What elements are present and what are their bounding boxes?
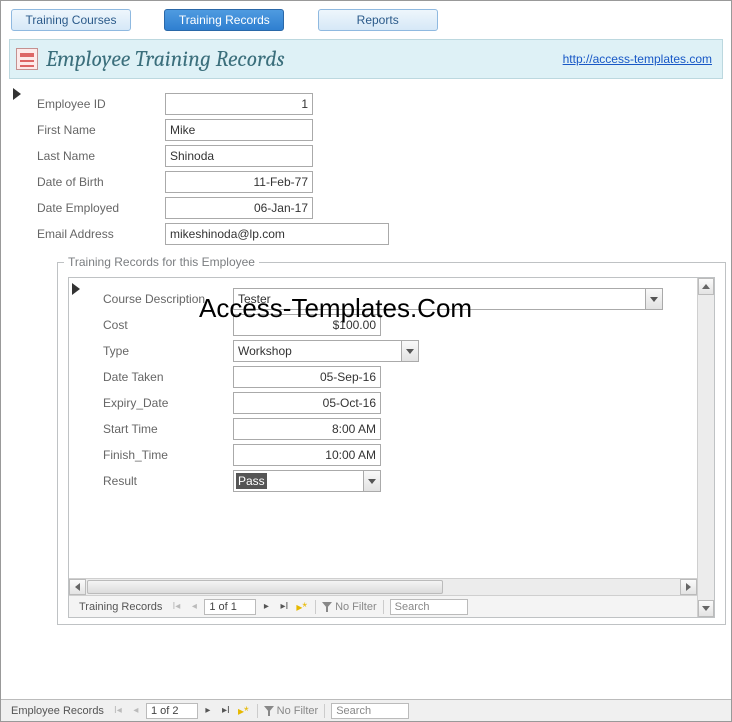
tab-training-records[interactable]: Training Records — [164, 9, 284, 31]
sub-scrollbar-horizontal[interactable] — [69, 578, 697, 595]
sub-search-box[interactable]: Search — [390, 599, 468, 615]
main-record-navigator: Employee Records I◂ ◂ 1 of 2 ▸ ▸I ▸* No … — [1, 699, 731, 721]
page-title: Employee Training Records — [46, 46, 563, 72]
chevron-down-icon[interactable] — [363, 470, 381, 492]
form-icon — [16, 48, 38, 70]
label-email: Email Address — [37, 227, 165, 241]
nav-new-record-icon[interactable]: ▸* — [236, 704, 251, 718]
label-result: Result — [103, 474, 233, 488]
label-start-time: Start Time — [103, 422, 233, 436]
employee-id-field[interactable] — [165, 93, 313, 115]
sub-record-navigator: Training Records I◂ ◂ 1 of 1 ▸ ▸I ▸* No … — [69, 595, 697, 617]
sub-scrollbar-vertical[interactable] — [697, 278, 714, 617]
scroll-up-icon[interactable] — [698, 278, 714, 295]
filter-indicator[interactable]: No Filter — [322, 601, 377, 613]
start-time-field[interactable] — [233, 418, 381, 440]
type-combo[interactable] — [233, 340, 419, 362]
expiry-date-field[interactable] — [233, 392, 381, 414]
label-expiry-date: Expiry_Date — [103, 396, 233, 410]
subform-legend: Training Records for this Employee — [64, 255, 259, 269]
label-date-employed: Date Employed — [37, 201, 165, 215]
label-employee-id: Employee ID — [37, 97, 165, 111]
nav-first-icon[interactable]: I◂ — [110, 703, 126, 719]
nav-first-icon[interactable]: I◂ — [168, 599, 184, 615]
scroll-left-icon[interactable] — [69, 579, 86, 595]
date-employed-field[interactable] — [165, 197, 313, 219]
chevron-down-icon[interactable] — [645, 288, 663, 310]
nav-prev-icon[interactable]: ◂ — [128, 703, 144, 719]
dob-field[interactable] — [165, 171, 313, 193]
sub-record-selector[interactable] — [69, 278, 84, 300]
date-taken-field[interactable] — [233, 366, 381, 388]
email-field[interactable] — [165, 223, 389, 245]
chevron-down-icon[interactable] — [401, 340, 419, 362]
sub-nav-count[interactable]: 1 of 1 — [204, 599, 256, 615]
cost-field[interactable] — [233, 314, 381, 336]
main-nav-name: Employee Records — [3, 705, 108, 717]
result-value[interactable]: Pass — [236, 473, 267, 489]
label-cost: Cost — [103, 318, 233, 332]
header-link[interactable]: http://access-templates.com — [563, 52, 712, 66]
form-header: Employee Training Records http://access-… — [9, 39, 723, 79]
label-type: Type — [103, 344, 233, 358]
finish-time-field[interactable] — [233, 444, 381, 466]
funnel-icon — [264, 706, 274, 716]
label-date-taken: Date Taken — [103, 370, 233, 384]
funnel-icon — [322, 602, 332, 612]
tab-reports[interactable]: Reports — [318, 9, 438, 31]
tab-training-courses[interactable]: Training Courses — [11, 9, 131, 31]
nav-last-icon[interactable]: ▸I — [276, 599, 292, 615]
filter-indicator[interactable]: No Filter — [264, 705, 319, 717]
label-last-name: Last Name — [37, 149, 165, 163]
nav-new-record-icon[interactable]: ▸* — [294, 600, 309, 614]
main-nav-count[interactable]: 1 of 2 — [146, 703, 198, 719]
scroll-right-icon[interactable] — [680, 579, 697, 595]
course-description-field[interactable] — [233, 288, 645, 310]
training-records-subform: Training Records for this Employee Acces… — [57, 255, 726, 625]
nav-prev-icon[interactable]: ◂ — [186, 599, 202, 615]
label-course-description: Course Description — [103, 292, 233, 306]
type-field[interactable] — [233, 340, 401, 362]
record-selector[interactable] — [9, 83, 25, 105]
label-finish-time: Finish_Time — [103, 448, 233, 462]
nav-next-icon[interactable]: ▸ — [258, 599, 274, 615]
last-name-field[interactable] — [165, 145, 313, 167]
scroll-down-icon[interactable] — [698, 600, 714, 617]
sub-nav-name: Training Records — [71, 601, 166, 613]
first-name-field[interactable] — [165, 119, 313, 141]
course-description-combo[interactable] — [233, 288, 663, 310]
label-dob: Date of Birth — [37, 175, 165, 189]
scroll-thumb[interactable] — [87, 580, 443, 594]
result-combo[interactable]: Pass — [233, 470, 381, 492]
main-search-box[interactable]: Search — [331, 703, 409, 719]
label-first-name: First Name — [37, 123, 165, 137]
nav-next-icon[interactable]: ▸ — [200, 703, 216, 719]
nav-last-icon[interactable]: ▸I — [218, 703, 234, 719]
